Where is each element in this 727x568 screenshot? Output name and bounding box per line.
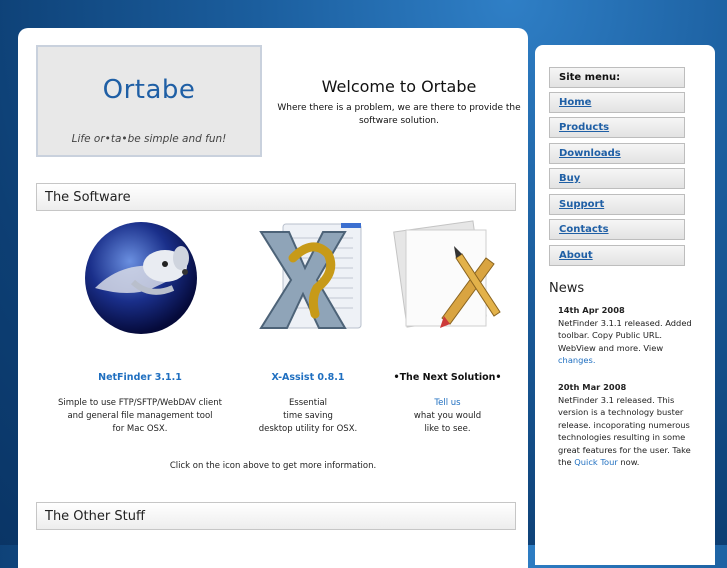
desc-line: Simple to use FTP/SFTP/WebDAV client <box>57 398 222 408</box>
menu-item-downloads[interactable]: Downloads <box>549 143 685 164</box>
menu-item-buy[interactable]: Buy <box>549 168 685 189</box>
menu-item-products[interactable]: Products <box>549 117 685 138</box>
news-date: 20th Mar 2008 <box>558 382 627 392</box>
news-link-changes[interactable]: changes. <box>558 355 596 365</box>
menu-item-contacts[interactable]: Contacts <box>549 219 685 240</box>
product-name[interactable]: NetFinder 3.1.1 <box>35 372 245 383</box>
news-text: NetFinder 3.1.1 released. Added toolbar.… <box>558 317 692 353</box>
product-description: Essential time saving desktop utility fo… <box>233 397 383 436</box>
tell-us-link[interactable]: Tell us <box>370 397 525 410</box>
sidebar: Site menu: Home Products Downloads Buy S… <box>535 45 715 565</box>
welcome-title: Welcome to Ortabe <box>321 77 477 96</box>
desc-line: for Mac OSX. <box>112 424 168 434</box>
desc-line: time saving <box>283 411 333 421</box>
logo-title: Ortabe <box>102 75 196 105</box>
news-link-quick-tour[interactable]: Quick Tour <box>574 457 618 467</box>
news-date: 14th Apr 2008 <box>558 305 625 315</box>
main-panel: Ortabe Life or•ta•be simple and fun! Wel… <box>18 28 528 568</box>
netfinder-dog-globe-icon[interactable] <box>35 218 245 338</box>
menu-item-support[interactable]: Support <box>549 194 685 215</box>
site-menu-heading: Site menu: <box>549 67 685 88</box>
news-item: 20th Mar 2008 NetFinder 3.1 released. Th… <box>558 381 693 469</box>
click-instruction: Click on the icon above to get more info… <box>169 461 377 471</box>
product-description: Tell us what you would like to see. <box>370 397 525 436</box>
product-next-solution: •The Next Solution• Tell us what you wou… <box>370 218 525 434</box>
desc-line: and general file management tool <box>67 411 213 421</box>
product-x-assist: X-Assist 0.8.1 Essential time saving des… <box>233 218 383 434</box>
desc-line: what you would <box>413 411 482 421</box>
section-header-other: The Other Stuff <box>36 502 516 530</box>
pencil-ruler-paper-icon[interactable] <box>370 218 525 338</box>
product-name[interactable]: X-Assist 0.8.1 <box>233 372 383 383</box>
x-assist-x-icon[interactable] <box>233 218 383 338</box>
section-header-software: The Software <box>36 183 516 211</box>
menu-item-about[interactable]: About <box>549 245 685 266</box>
news-heading: News <box>549 281 585 296</box>
desc-line: desktop utility for OSX. <box>258 424 358 434</box>
news-text-tail: now. <box>620 457 640 467</box>
product-name: •The Next Solution• <box>393 372 502 383</box>
menu-item-home[interactable]: Home <box>549 92 685 113</box>
product-description: Simple to use FTP/SFTP/WebDAV client and… <box>35 397 245 436</box>
welcome-text: Where there is a problem, we are there t… <box>277 103 521 126</box>
desc-line: like to see. <box>424 424 471 434</box>
news-item: 14th Apr 2008 NetFinder 3.1.1 released. … <box>558 304 693 367</box>
desc-line: Essential <box>288 398 328 408</box>
logo-box[interactable]: Ortabe Life or•ta•be simple and fun! <box>36 45 262 157</box>
logo-tagline: Life or•ta•be simple and fun! <box>71 133 227 145</box>
product-netfinder: NetFinder 3.1.1 Simple to use FTP/SFTP/W… <box>35 218 245 434</box>
